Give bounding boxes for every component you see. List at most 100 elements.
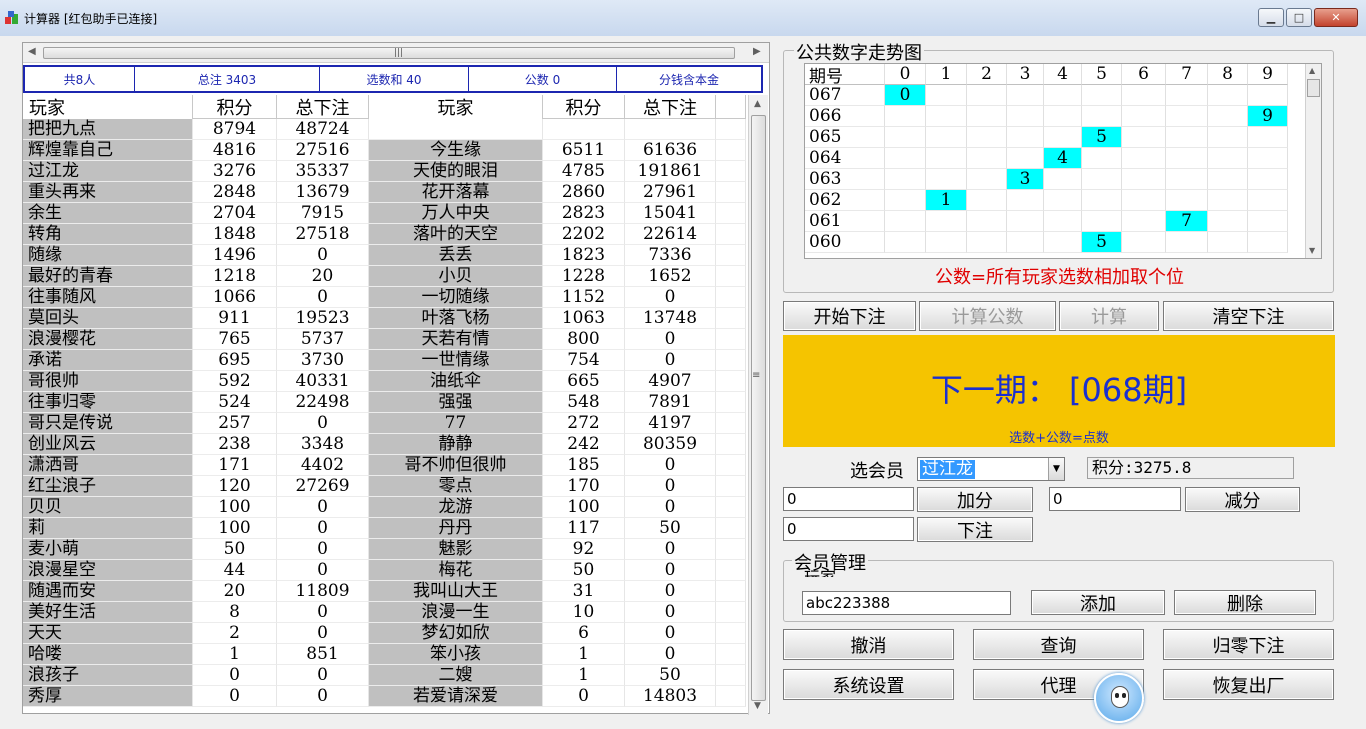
table-row[interactable]: 贝贝 100 0 龙游 100 0 [23, 497, 746, 518]
scroll-right-icon[interactable]: ▶ [753, 46, 761, 57]
horizontal-scrollbar[interactable]: ◀ ||| ▶ [23, 43, 769, 63]
vscroll-thumb[interactable] [751, 115, 766, 701]
table-row[interactable]: 哈喽 1 851 笨小孩 1 0 [23, 644, 746, 665]
trend-header-digit: 8 [1208, 64, 1248, 85]
table-row[interactable]: 辉煌靠自己 4816 27516 今生缘 6511 61636 [23, 140, 746, 161]
trend-grid[interactable]: 期号 0123456789 067 0 066 9 065 5 064 4 063 3 062 1 06… [804, 63, 1322, 259]
table-row[interactable]: 把把九点 8794 48724 [23, 119, 746, 140]
header-player-2[interactable]: 玩家 [369, 95, 543, 119]
player-score: 4816 [193, 140, 277, 161]
table-row[interactable]: 麦小萌 50 0 魅影 92 0 [23, 539, 746, 560]
player-total-bet: 48724 [277, 119, 369, 140]
trend-cell [1122, 232, 1166, 253]
trend-hit-cell: 3 [1007, 169, 1044, 190]
trend-cell [926, 127, 967, 148]
trend-cell [885, 232, 926, 253]
row-filler [716, 371, 746, 392]
trend-header-digit: 0 [885, 64, 926, 85]
player-grid[interactable]: 玩家 积分 总下注 玩家 积分 总下注 把把九点 8794 48724 辉煌靠自己 48… [23, 95, 746, 715]
player-name-2: 笨小孩 [369, 644, 543, 665]
clear-bet-button[interactable]: 清空下注 [1163, 301, 1334, 331]
header-score[interactable]: 积分 [193, 95, 277, 119]
trend-cell [1122, 190, 1166, 211]
table-row[interactable]: 美好生活 8 0 浪漫一生 10 0 [23, 602, 746, 623]
trend-scroll-thumb[interactable] [1307, 79, 1320, 97]
table-row[interactable]: 往事归零 524 22498 强强 548 7891 [23, 392, 746, 413]
player-total-bet-2: 4907 [625, 371, 716, 392]
add-score-input[interactable]: 0 [783, 487, 914, 511]
table-row[interactable]: 余生 2704 7915 万人中央 2823 15041 [23, 203, 746, 224]
trend-period: 065 [805, 127, 885, 148]
scrollbar-thumb[interactable]: ||| [43, 47, 735, 59]
player-name: 重头再来 [23, 182, 193, 203]
table-row[interactable]: 创业风云 238 3348 静静 242 80359 [23, 434, 746, 455]
settings-button[interactable]: 系统设置 [783, 669, 954, 700]
table-row[interactable]: 随缘 1496 0 丢丢 1823 7336 [23, 245, 746, 266]
trend-hit-cell: 1 [926, 190, 967, 211]
player-score: 695 [193, 350, 277, 371]
trend-scroll-up-icon[interactable]: ▲ [1309, 66, 1315, 75]
table-row[interactable]: 天天 2 0 梦幻如欣 6 0 [23, 623, 746, 644]
table-row[interactable]: 最好的青春 1218 20 小贝 1228 1652 [23, 266, 746, 287]
table-row[interactable]: 重头再来 2848 13679 花开落幕 2860 27961 [23, 182, 746, 203]
close-button[interactable]: ✕ [1314, 8, 1358, 27]
trend-row: 060 5 [805, 232, 1321, 253]
bet-input[interactable]: 0 [783, 517, 914, 541]
bet-button[interactable]: 下注 [917, 517, 1033, 542]
table-row[interactable]: 哥很帅 592 40331 油纸伞 665 4907 [23, 371, 746, 392]
reset-bet-button[interactable]: 归零下注 [1163, 629, 1334, 660]
title-bar: 计算器 [红包助手已连接] ▁ □ ✕ [0, 0, 1366, 36]
add-score-button[interactable]: 加分 [917, 487, 1033, 512]
assistant-robot-icon[interactable] [1094, 673, 1144, 723]
scroll-left-icon[interactable]: ◀ [28, 46, 36, 57]
trend-scroll-down-icon[interactable]: ▼ [1309, 246, 1315, 255]
table-row[interactable]: 红尘浪子 120 27269 零点 170 0 [23, 476, 746, 497]
table-row[interactable]: 莫回头 911 19523 叶落飞杨 1063 13748 [23, 308, 746, 329]
scroll-up-icon[interactable]: ▲ [754, 99, 761, 109]
start-bet-button[interactable]: 开始下注 [783, 301, 916, 331]
trend-cell [1007, 211, 1044, 232]
table-row[interactable]: 随遇而安 20 11809 我叫山大王 31 0 [23, 581, 746, 602]
player-name-2: 小贝 [369, 266, 543, 287]
table-row[interactable]: 浪孩子 0 0 二嫂 1 50 [23, 665, 746, 686]
scroll-down-icon[interactable]: ▼ [754, 701, 761, 711]
trend-period: 060 [805, 232, 885, 253]
add-member-button[interactable]: 添加 [1031, 590, 1165, 615]
trend-cell [1122, 169, 1166, 190]
factory-reset-button[interactable]: 恢复出厂 [1163, 669, 1334, 700]
split-mode[interactable]: 分钱含本金 [617, 67, 761, 91]
minimize-button[interactable]: ▁ [1258, 8, 1284, 27]
table-row[interactable]: 过江龙 3276 35337 天使的眼泪 4785 191861 [23, 161, 746, 182]
chevron-down-icon[interactable]: ▼ [1048, 458, 1064, 480]
header-total-bet-2[interactable]: 总下注 [625, 95, 716, 119]
sub-score-input[interactable]: 0 [1049, 487, 1181, 511]
player-total-bet: 3730 [277, 350, 369, 371]
trend-header-digit: 2 [967, 64, 1007, 85]
table-row[interactable]: 莉 100 0 丹丹 117 50 [23, 518, 746, 539]
table-row[interactable]: 往事随风 1066 0 一切随缘 1152 0 [23, 287, 746, 308]
undo-button[interactable]: 撤消 [783, 629, 954, 660]
query-button[interactable]: 查询 [973, 629, 1144, 660]
table-row[interactable]: 浪漫星空 44 0 梅花 50 0 [23, 560, 746, 581]
member-combo[interactable]: 过江龙 ▼ [917, 457, 1065, 481]
header-player[interactable]: 玩家 [23, 95, 193, 119]
table-row[interactable]: 秀厚 0 0 若爱请深爱 0 14803 [23, 686, 746, 707]
maximize-button[interactable]: □ [1286, 8, 1312, 27]
table-row[interactable]: 潇洒哥 171 4402 哥不帅但很帅 185 0 [23, 455, 746, 476]
vertical-scrollbar[interactable]: ▲ ≡ ▼ [748, 95, 768, 715]
delete-member-button[interactable]: 删除 [1174, 590, 1316, 615]
table-row[interactable]: 承诺 695 3730 一世情缘 754 0 [23, 350, 746, 371]
table-row[interactable]: 转角 1848 27518 落叶的天空 2202 22614 [23, 224, 746, 245]
table-row[interactable]: 哥只是传说 257 0 77 272 4197 [23, 413, 746, 434]
trend-scrollbar[interactable]: ▲ ▼ [1305, 64, 1321, 258]
player-total-bet: 11809 [277, 581, 369, 602]
calc-button[interactable]: 计算 [1059, 301, 1159, 331]
trend-cell [1208, 190, 1248, 211]
calc-common-button[interactable]: 计算公数 [919, 301, 1056, 331]
player-score: 44 [193, 560, 277, 581]
header-total-bet[interactable]: 总下注 [277, 95, 369, 119]
table-row[interactable]: 浪漫樱花 765 5737 天若有情 800 0 [23, 329, 746, 350]
player-name-input[interactable]: abc223388 [802, 591, 1011, 615]
sub-score-button[interactable]: 减分 [1185, 487, 1300, 512]
header-score-2[interactable]: 积分 [543, 95, 625, 119]
